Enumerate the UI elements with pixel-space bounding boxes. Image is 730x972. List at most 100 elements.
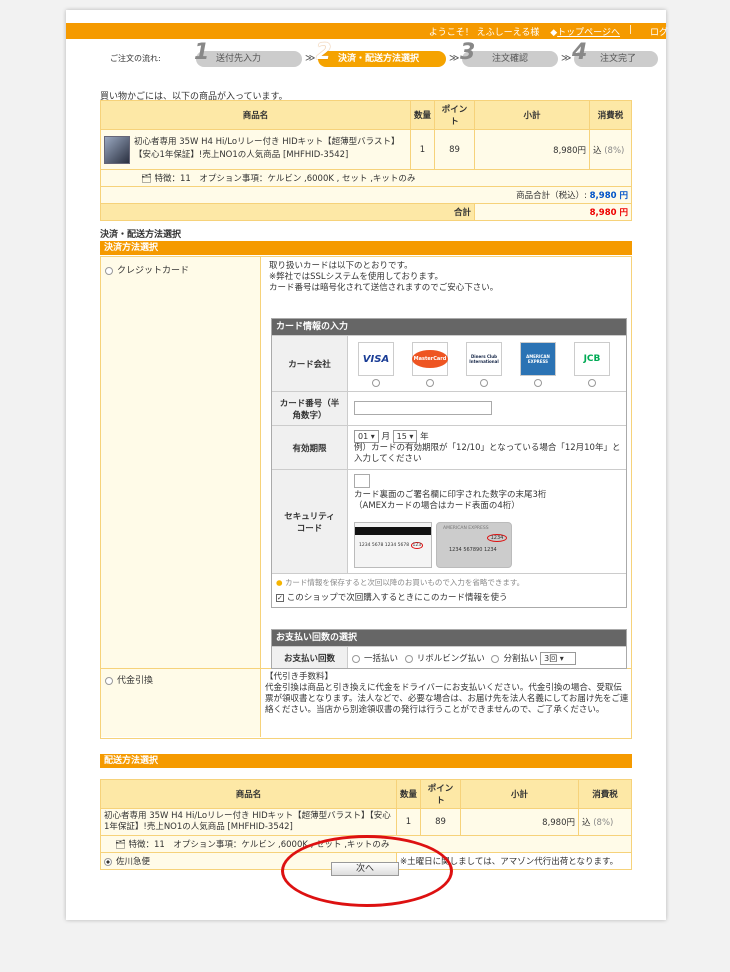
col-tax: 消費税 [589, 100, 632, 130]
credit-info-line: ※弊社ではSSLシステムを使用しております。 [269, 272, 444, 282]
col-subtotal: 小計 [474, 100, 590, 130]
card-back-sample: 1234 5678 1234 5678 123 [354, 522, 432, 568]
cod-title: 【代引き手数料】 [265, 672, 334, 682]
card-company-label: カード会社 [272, 336, 348, 391]
col-points: ポイント [434, 100, 475, 130]
top-page-link[interactable]: トップページへ [557, 28, 620, 38]
highlight-circle [281, 835, 453, 907]
visa-logo-icon: VISA [358, 342, 394, 376]
product-name: 初心者専用 35W H4 Hi/Loリレー付き HIDキット【超薄型バラスト】【… [100, 808, 397, 836]
carrier-radio[interactable] [104, 857, 112, 866]
login-link[interactable]: ログ [650, 25, 668, 38]
step-number: 1 [194, 40, 210, 65]
total-label: 合計 [100, 203, 475, 221]
expiry-month-select[interactable]: 01 ▾ [354, 430, 379, 443]
lump-sum-radio[interactable] [352, 654, 360, 663]
installment-label: 分割払い [503, 654, 538, 664]
card-input-box: カード情報の入力 カード会社 VISA MasterCard Diners Cl… [271, 318, 627, 608]
step-arrow-icon: ≫ [561, 53, 572, 64]
col-points: ポイント [420, 779, 461, 809]
security-code-row: セキュリティコード カード裏面のご署名欄に印字された数字の末尾3桁 （AMEXカ… [272, 469, 626, 573]
total-value: 8,980 円 [589, 208, 628, 218]
credit-card-radio[interactable] [105, 266, 113, 275]
step-3: 3 注文確認 [460, 42, 558, 67]
col-subtotal: 小計 [460, 779, 579, 809]
points-cell: 89 [420, 808, 461, 836]
installments-box: お支払い回数の選択 お支払い回数 一括払い リボルビング払い 分割払い 3回 ▾ [271, 629, 627, 669]
card-company-row: カード会社 VISA MasterCard Diners Club Intern… [272, 335, 626, 391]
step-label: 注文確認 [492, 54, 529, 64]
table-header: 商品名 数量 ポイント 小計 消費税 [100, 100, 632, 130]
save-card-label: このショップで次回購入するときにこのカード情報を使う [286, 593, 508, 603]
visa-radio[interactable] [372, 379, 380, 387]
expiry-month-value: 01 [358, 432, 369, 441]
security-note: カード裏面のご署名欄に印字された数字の末尾3桁 [354, 490, 547, 500]
step-number: 2 [316, 40, 332, 65]
month-unit: 月 [381, 432, 390, 442]
col-product: 商品名 [100, 779, 397, 809]
step-label: 注文完了 [600, 54, 637, 64]
subtotal-cell: 8,980円 [460, 808, 579, 836]
carrier-label: 佐川急便 [116, 857, 151, 867]
installments-label: お支払い回数 [272, 647, 348, 668]
cod-block: 代金引換 【代引き手数料】 代金引換は商品と引き換えに代金をドライバーにお支払い… [100, 669, 632, 739]
jcb-radio[interactable] [588, 379, 596, 387]
sample-card-code: 123 [410, 542, 424, 549]
installment-radio[interactable] [491, 654, 500, 663]
card-number-input[interactable] [354, 401, 492, 415]
step-1: 1 送付先入力 [194, 42, 302, 67]
security-code-label: セキュリティコード [272, 470, 348, 573]
cod-radio[interactable] [105, 676, 113, 685]
installments-row: お支払い回数 一括払い リボルビング払い 分割払い 3回 ▾ [272, 646, 626, 668]
credit-card-block: クレジットカード 取り扱いカードは以下のとおりです。 ※弊社ではSSLシステムを… [100, 256, 632, 669]
product-name: 初心者専用 35W H4 Hi/Loリレー付き HIDキット【超薄型バラスト】【… [134, 136, 400, 160]
sample-amex-code: 1234 [487, 534, 507, 542]
payment-method-bar: 決済方法選択 [100, 241, 632, 255]
total-row: 合計 8,980 円 [100, 203, 632, 221]
sample-card-number: 1234 5678 1234 5678 [359, 543, 410, 548]
tax-cell: 込 (8%) [578, 808, 632, 836]
bulb-icon: ● [276, 578, 283, 587]
folder-icon: 🗂 [141, 174, 152, 184]
folder-icon: 🗂 [115, 840, 126, 850]
col-tax: 消費税 [578, 779, 632, 809]
expiry-note: 例）カードの有効期限が「12/10」となっている場合「12月10年」と入力してく… [354, 443, 621, 464]
installments-header: お支払い回数の選択 [272, 630, 626, 646]
credit-card-label: クレジットカード [117, 266, 190, 276]
card-number-row: カード番号（半角数字） [272, 391, 626, 425]
payment-section-title: 決済・配送方法選択 [100, 230, 182, 240]
step-number: 3 [460, 40, 476, 65]
mastercard-radio[interactable] [426, 379, 434, 387]
expiry-year-select[interactable]: 15 ▾ [392, 430, 418, 443]
step-label: 決済・配送方法選択 [338, 54, 420, 64]
goods-total-label: 商品合計（税込）: [516, 191, 587, 201]
points-cell: 89 [434, 129, 475, 170]
credit-info-line: カード番号は暗号化されて送信されますのでご安心下さい。 [269, 283, 499, 293]
cod-info: 【代引き手数料】 代金引換は商品と引き換えに代金をドライバーにお支払いください。… [265, 672, 629, 716]
security-note-amex: （AMEXカードの場合はカード表面の4桁） [354, 501, 520, 511]
tax-label: 込 [582, 818, 591, 828]
separator: | [628, 25, 632, 35]
product-thumbnail[interactable] [104, 135, 130, 164]
installment-count-select[interactable]: 3回 ▾ [540, 652, 577, 665]
mastercard-text: MasterCard [411, 350, 449, 368]
top-bar: ようこそ！ えふしーえる様 ◆トップページへ | ログ [66, 23, 668, 39]
lump-sum-label: 一括払い [364, 654, 399, 664]
step-number: 4 [572, 40, 588, 65]
diners-radio[interactable] [480, 379, 488, 387]
save-card-checkbox[interactable]: ✓ [276, 593, 284, 602]
card-number-label: カード番号（半角数字） [272, 392, 348, 425]
step-2: 2 決済・配送方法選択 [316, 42, 446, 67]
mastercard-logo-icon: MasterCard [411, 342, 449, 376]
delivery-method-bar: 配送方法選択 [100, 754, 632, 768]
revolving-radio[interactable] [404, 654, 413, 663]
security-code-input[interactable] [354, 474, 370, 488]
expiry-year-value: 15 [396, 432, 407, 441]
tax-cell: 込 (8%) [589, 129, 632, 170]
cart-table: 商品名 数量 ポイント 小計 消費税 初心者専用 35W H4 Hi/Loリレー… [100, 100, 632, 221]
amex-radio[interactable] [534, 379, 542, 387]
revolving-label: リボルビング払い [416, 654, 485, 664]
goods-total-row: 商品合計（税込）: 8,980 円 [100, 186, 632, 204]
options-row: 🗂 特徴：11 オプション事項：ケルビン ,6000K , セット ,キットのみ [100, 169, 632, 187]
year-unit: 年 [420, 432, 429, 442]
